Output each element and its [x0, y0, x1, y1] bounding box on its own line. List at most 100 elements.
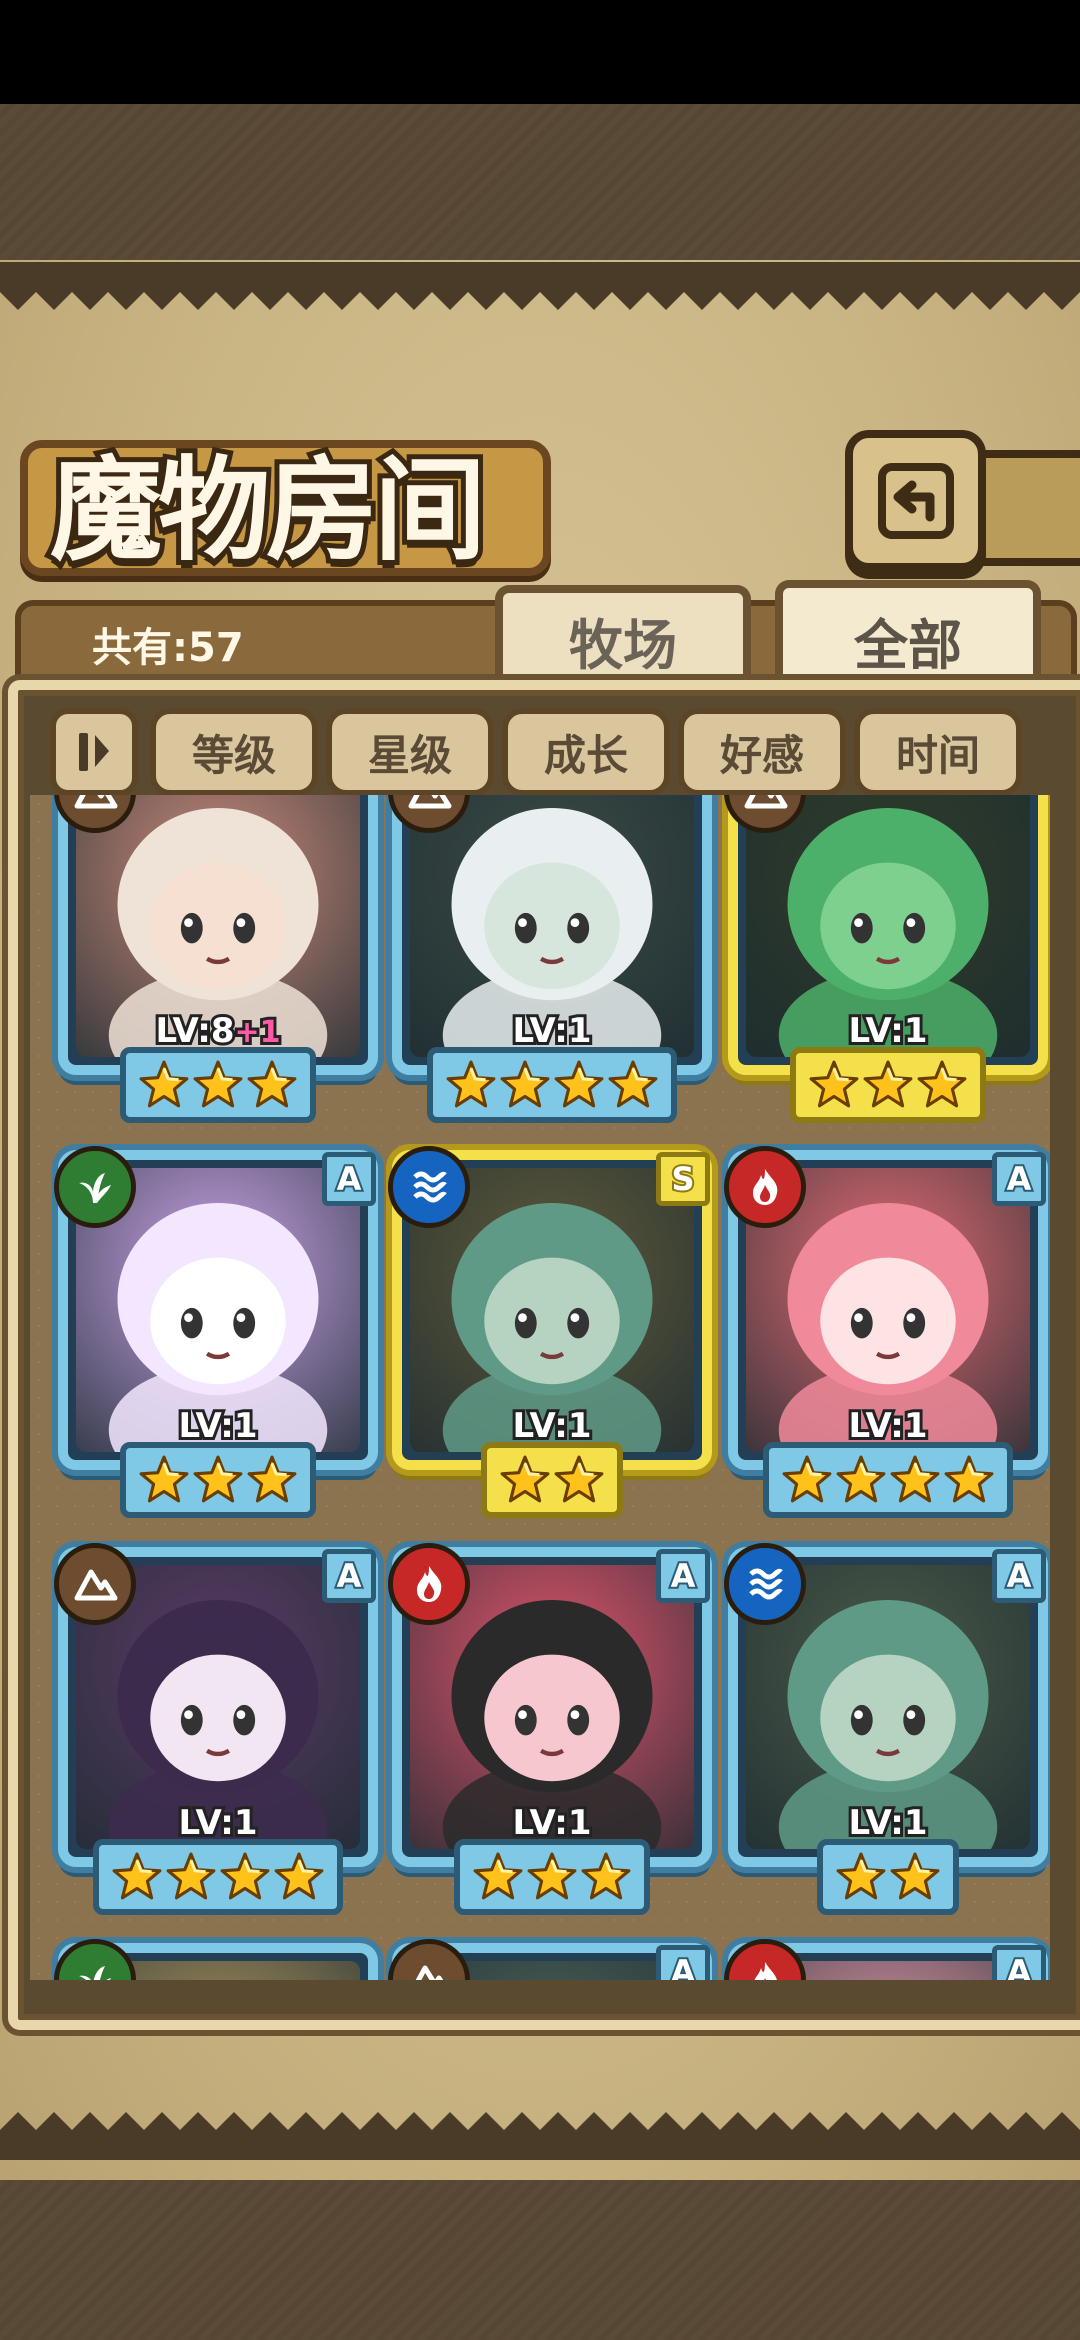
- monster-card[interactable]: LV:1 A: [54, 1146, 378, 1518]
- star-rating: [120, 1047, 316, 1123]
- back-button[interactable]: [845, 430, 986, 571]
- zigzag-border-bottom: [0, 2112, 1080, 2160]
- star-icon: [607, 1059, 659, 1111]
- star-rating: [790, 1047, 986, 1123]
- monster-card[interactable]: LV:1 A: [724, 1543, 1048, 1915]
- filter-time-button[interactable]: 时间: [854, 708, 1022, 796]
- tab-ranch[interactable]: 牧场: [495, 585, 751, 688]
- star-icon: [138, 1059, 190, 1111]
- fire-icon: [724, 1146, 806, 1228]
- star-rating: [120, 1442, 316, 1518]
- star-icon: [580, 1851, 632, 1903]
- monster-level: LV:1: [68, 1800, 368, 1846]
- star-icon: [835, 1454, 887, 1506]
- filter-growth-button[interactable]: 成长: [502, 708, 670, 796]
- sort-order-button[interactable]: [50, 708, 138, 796]
- monster-card[interactable]: LV:1: [724, 795, 1048, 1123]
- monster-card[interactable]: LV:1: [388, 795, 712, 1123]
- rank-badge: A: [992, 1152, 1046, 1206]
- rank-badge: A: [992, 1945, 1046, 1980]
- tab-all[interactable]: 全部: [775, 580, 1041, 693]
- star-rating: [454, 1839, 650, 1915]
- monster-level-text: LV:8: [152, 1008, 237, 1054]
- star-icon: [273, 1851, 325, 1903]
- star-icon: [889, 1851, 941, 1903]
- rank-badge: S: [656, 1152, 710, 1206]
- star-rating: [93, 1839, 343, 1915]
- star-icon: [445, 1059, 497, 1111]
- monster-level: LV:1: [402, 1403, 702, 1449]
- sort-order-icon: [79, 733, 109, 771]
- star-rating: [427, 1047, 677, 1123]
- star-icon: [499, 1059, 551, 1111]
- fire-icon: [724, 1939, 806, 1980]
- nature-icon: [54, 1939, 136, 1980]
- earth-icon: [54, 1543, 136, 1625]
- monster-level: LV:1: [738, 1403, 1038, 1449]
- rank-badge: A: [992, 1549, 1046, 1603]
- star-icon: [781, 1454, 833, 1506]
- star-rating: [481, 1442, 623, 1518]
- fire-icon: [388, 1543, 470, 1625]
- monster-level: LV:1: [68, 1403, 368, 1449]
- star-icon: [246, 1454, 298, 1506]
- star-icon: [862, 1059, 914, 1111]
- star-icon: [835, 1851, 887, 1903]
- water-icon: [388, 1146, 470, 1228]
- star-rating: [763, 1442, 1013, 1518]
- monster-card[interactable]: [54, 1939, 378, 1980]
- monster-level-text: LV:1: [845, 1800, 930, 1846]
- monster-level-text: LV:1: [845, 1008, 930, 1054]
- monster-level: LV:1: [402, 1800, 702, 1846]
- monster-level: LV:1: [738, 1008, 1038, 1054]
- star-icon: [246, 1059, 298, 1111]
- star-icon: [526, 1851, 578, 1903]
- map-background-top: [0, 104, 1080, 264]
- monster-level-bonus: +1: [231, 1012, 283, 1053]
- star-icon: [192, 1454, 244, 1506]
- monster-card[interactable]: LV:8+1: [54, 795, 378, 1123]
- star-icon: [553, 1059, 605, 1111]
- page-title: 魔物房间: [45, 440, 491, 581]
- star-icon: [111, 1851, 163, 1903]
- earth-icon: [388, 1939, 470, 1980]
- monster-card[interactable]: A: [388, 1939, 712, 1980]
- back-arrow-icon: [877, 462, 954, 539]
- star-icon: [808, 1059, 860, 1111]
- monster-level-text: LV:1: [845, 1403, 930, 1449]
- water-icon: [724, 1543, 806, 1625]
- star-icon: [943, 1454, 995, 1506]
- rank-badge: A: [656, 1549, 710, 1603]
- monster-level: LV:1: [738, 1800, 1038, 1846]
- status-bar: [0, 0, 1080, 104]
- map-background-bottom: [0, 2180, 1080, 2340]
- filter-star-button[interactable]: 星级: [326, 708, 494, 796]
- monster-card[interactable]: A: [724, 1939, 1048, 1980]
- rank-badge: A: [322, 1152, 376, 1206]
- zigzag-border-top: [0, 262, 1080, 310]
- star-icon: [553, 1454, 605, 1506]
- star-icon: [889, 1454, 941, 1506]
- monster-card[interactable]: LV:1 A: [388, 1543, 712, 1915]
- star-rating: [817, 1839, 959, 1915]
- monster-card[interactable]: LV:1 A: [724, 1146, 1048, 1518]
- star-icon: [138, 1454, 190, 1506]
- monster-level: LV:8+1: [68, 1008, 368, 1054]
- monster-level-text: LV:1: [175, 1403, 260, 1449]
- rank-badge: A: [656, 1945, 710, 1980]
- monster-level: LV:1: [402, 1008, 702, 1054]
- filter-affection-button[interactable]: 好感: [678, 708, 846, 796]
- rank-badge: A: [322, 1549, 376, 1603]
- monster-level-text: LV:1: [509, 1008, 594, 1054]
- monster-card[interactable]: LV:1 A: [54, 1543, 378, 1915]
- nature-icon: [54, 1146, 136, 1228]
- monster-level-text: LV:1: [509, 1800, 594, 1846]
- star-icon: [916, 1059, 968, 1111]
- star-icon: [192, 1059, 244, 1111]
- star-icon: [499, 1454, 551, 1506]
- monster-level-text: LV:1: [509, 1403, 594, 1449]
- star-icon: [165, 1851, 217, 1903]
- monster-card[interactable]: LV:1 S: [388, 1146, 712, 1518]
- filter-level-button[interactable]: 等级: [150, 708, 318, 796]
- monster-grid[interactable]: LV:8+1 LV:1 LV:1 LV:1 A LV:1 S LV:1 A LV:1 A LV:1 A L…: [30, 795, 1050, 1980]
